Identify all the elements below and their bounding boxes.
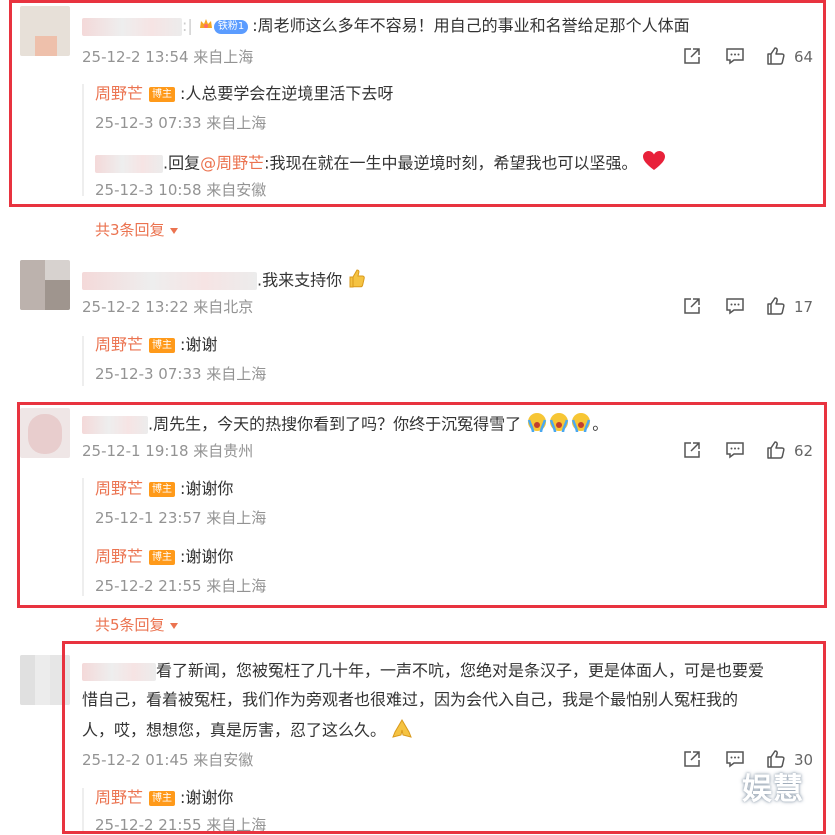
comment-time: 25-12-2 13:22 来自北京	[82, 298, 254, 316]
reply-time: 25-12-3 07:33 来自上海	[95, 365, 267, 383]
reply-text: 周野芒 博主:谢谢	[95, 335, 218, 354]
blogger-badge: 博主	[149, 338, 176, 353]
like-icon[interactable]	[766, 296, 786, 316]
watermark: 娱慧	[742, 772, 804, 807]
thumbs-up-emoji	[347, 268, 365, 294]
highlight-frame	[17, 402, 827, 608]
avatar[interactable]	[20, 260, 70, 310]
more-replies-link[interactable]: 共3条回复	[95, 220, 179, 240]
share-icon[interactable]	[682, 296, 702, 316]
highlight-frame	[9, 0, 826, 207]
highlight-frame	[62, 641, 826, 834]
reply-divider	[82, 336, 84, 386]
comment-text: .我来支持你	[82, 268, 365, 294]
comment-icon[interactable]	[725, 296, 745, 316]
reply-author[interactable]: 周野芒	[95, 335, 143, 354]
chevron-down-icon	[170, 227, 179, 234]
like-count: 17	[794, 298, 814, 316]
more-replies-link[interactable]: 共5条回复	[95, 615, 179, 635]
chevron-down-icon	[170, 622, 179, 629]
